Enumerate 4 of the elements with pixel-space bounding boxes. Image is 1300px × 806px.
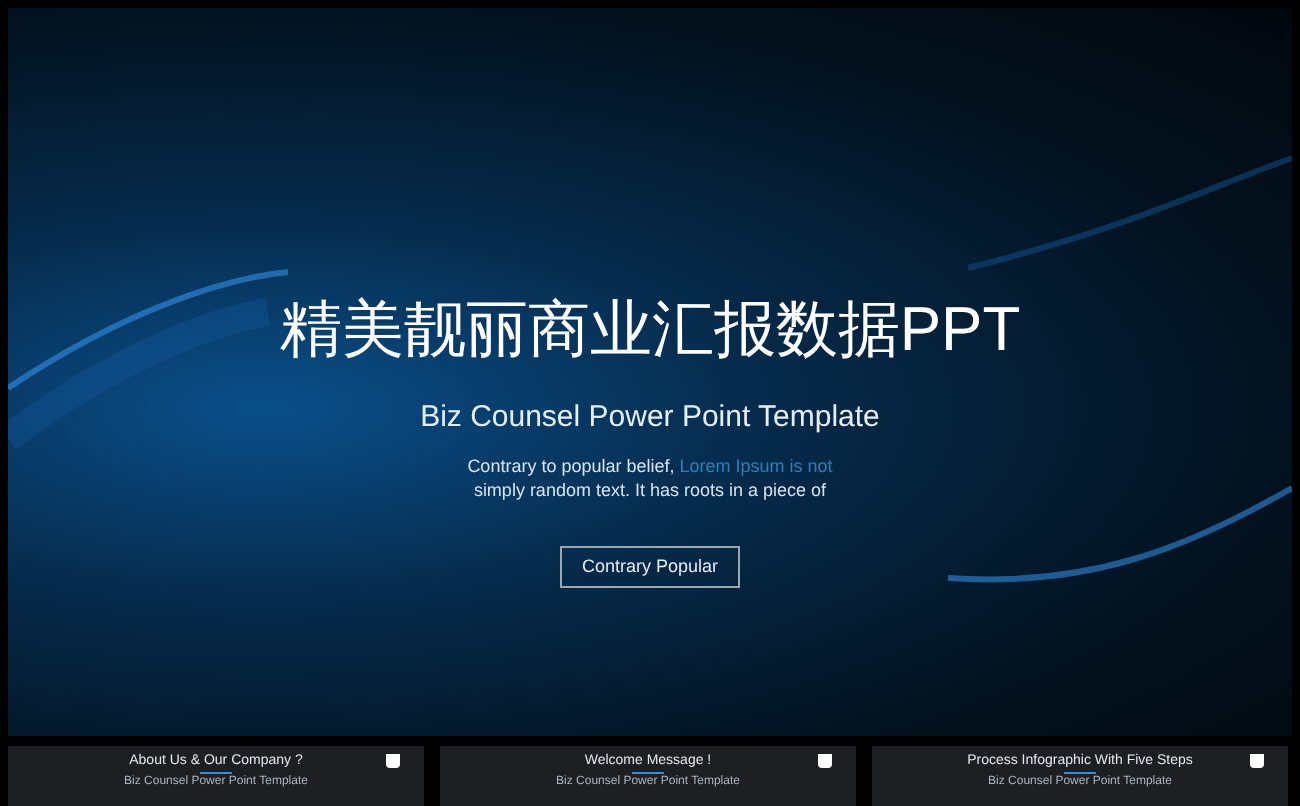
slide-title: 精美靓丽商业汇报数据PPT [279,292,1021,368]
contrary-popular-button[interactable]: Contrary Popular [559,545,741,588]
slide-subtitle: Biz Counsel Power Point Template [420,398,880,438]
intro-paragraph: Contrary to popular belief, Lorem Ipsum is not simply random text. It has roots in a piece of [465,453,835,501]
